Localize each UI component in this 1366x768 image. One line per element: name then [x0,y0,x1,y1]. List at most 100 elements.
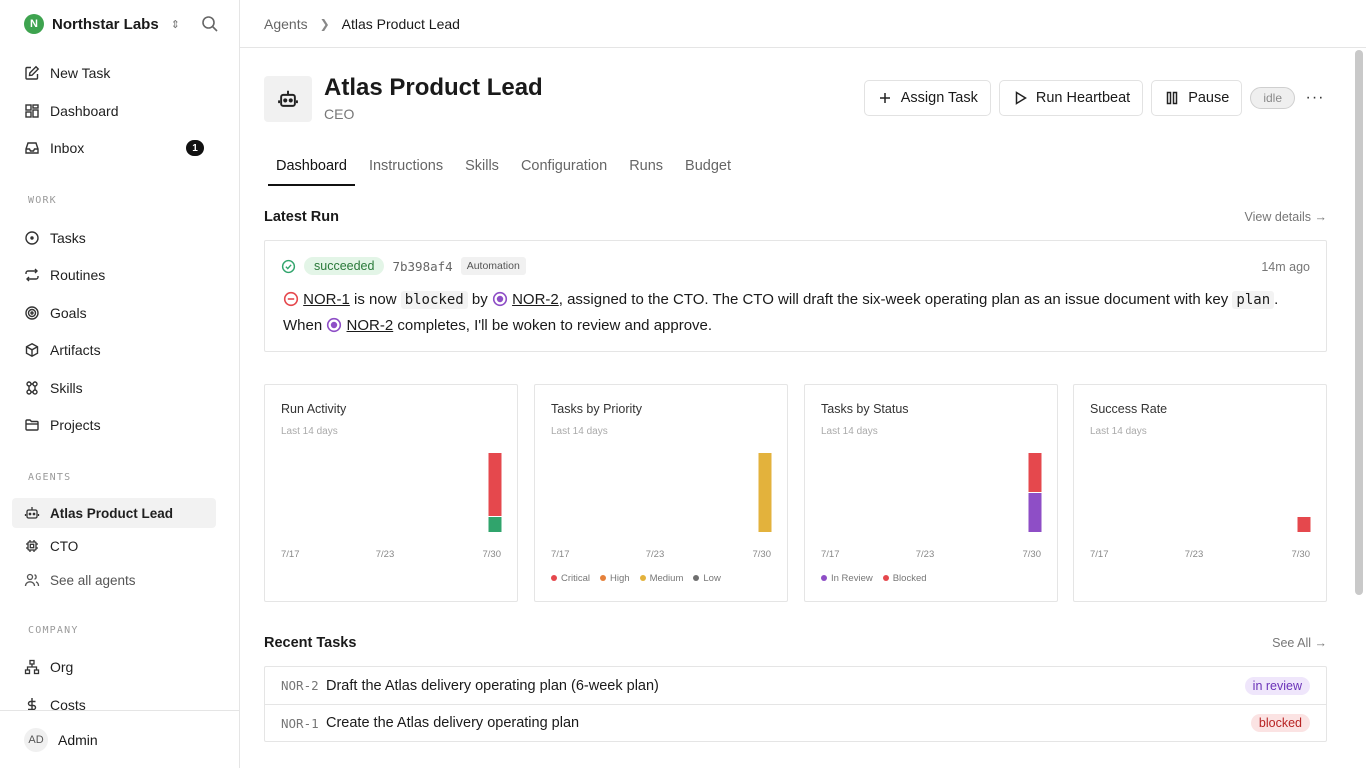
summary-text: by [467,291,492,308]
button-label: Pause [1188,90,1230,106]
section-label-agents: AGENTS [28,472,72,483]
view-details-link[interactable]: View details → [1245,210,1327,224]
breadcrumb: Agents ❯ Atlas Product Lead [240,0,1366,48]
latest-run-header: Latest Run View details → [264,209,1327,225]
chevron-right-icon: ❯ [319,16,330,31]
circle-dot-icon [25,231,39,245]
section-title: Latest Run [264,209,339,225]
issue-link[interactable]: NOR-2 [347,317,394,334]
plus-icon [879,93,890,103]
tab-skills[interactable]: Skills [457,152,507,186]
nav-projects[interactable]: Projects [12,410,216,440]
button-label: Assign Task [900,90,978,106]
legend-item: In Review [821,573,873,584]
nav-label: Inbox [50,140,85,156]
status-badge: in review [1244,676,1310,695]
tab-runs[interactable]: Runs [621,152,671,186]
x-tick-label: 7/30 [1023,549,1042,560]
target-icon [25,306,39,320]
task-id: NOR-1 [281,715,319,731]
button-label: Run Heartbeat [1035,90,1131,106]
folder-icon [25,419,39,431]
section-label-company: COMPANY [28,625,79,636]
run-hash: 7b398af4 [392,258,453,274]
blocked-icon [283,291,299,307]
nav-inbox[interactable]: Inbox 1 [12,133,216,163]
table-row[interactable]: NOR-1 Create the Atlas delivery operatin… [265,704,1326,741]
tab-configuration[interactable]: Configuration [513,152,615,186]
agent-actions: Assign Task Run Heartbeat Pause idle ··· [863,80,1327,116]
play-icon [1015,91,1027,105]
users-icon [24,573,40,587]
inline-code: plan [1232,291,1275,309]
page-title: Atlas Product Lead [324,74,543,101]
section-label-work: WORK [28,195,57,206]
tab-instructions[interactable]: Instructions [361,152,451,186]
org-name: Northstar Labs [52,15,159,33]
run-status-badge: succeeded [304,257,385,275]
nav-goals[interactable]: Goals [12,298,216,328]
nav-label: Artifacts [50,342,101,358]
avatar: AD [24,727,48,752]
latest-run-card[interactable]: succeeded 7b398af4 Automation 14m ago NO… [264,240,1327,352]
tab-budget[interactable]: Budget [677,152,739,186]
cpu-icon [26,540,38,552]
robot-icon [278,90,298,107]
issue-link[interactable]: NOR-1 [303,291,350,308]
more-options-icon[interactable]: ··· [1303,89,1327,107]
agent-tabs: Dashboard Instructions Skills Configurat… [268,152,745,186]
legend-item: Medium [639,573,683,584]
success-rate-chart: 7/17 7/23 7/30 [1090,517,1311,560]
nav-agent-atlas-product-lead[interactable]: Atlas Product Lead [12,498,216,528]
recent-tasks-list: NOR-2 Draft the Atlas delivery operating… [264,666,1327,742]
assign-task-button[interactable]: Assign Task [863,80,991,116]
chart-bar [488,453,502,516]
org-logo: N [24,14,44,34]
nav-skills[interactable]: Skills [12,373,216,403]
nav-label: See all agents [50,572,136,588]
see-all-link[interactable]: See All → [1272,636,1327,650]
x-tick-label: 7/17 [281,549,300,560]
inbox-icon [25,142,39,154]
summary-text: , assigned to the CTO. The CTO will draf… [558,291,1233,308]
nav-artifacts[interactable]: Artifacts [12,335,216,365]
agent-role: CEO [324,106,355,122]
nav-new-task[interactable]: New Task [12,58,216,88]
in-review-icon [492,291,508,307]
run-activity-card: Run Activity Last 14 days 7/17 7/23 7/30 [264,384,518,602]
nav-dashboard[interactable]: Dashboard [12,96,216,126]
nav-tasks[interactable]: Tasks [12,223,216,253]
issue-link[interactable]: NOR-2 [512,291,559,308]
nav-org[interactable]: Org [12,652,216,682]
chart-bar [488,517,502,532]
x-tick-label: 7/17 [1090,549,1109,560]
nav-routines[interactable]: Routines [12,260,216,290]
pencil-square-icon [25,65,40,80]
user-menu[interactable]: AD Admin [0,710,239,768]
tasks-by-status-card: Tasks by Status Last 14 days 7/17 7/23 7/3… [804,384,1058,602]
nav-see-all-agents[interactable]: See all agents [12,565,216,595]
nav-label: Skills [50,380,83,396]
tasks-by-status-chart: 7/17 7/23 7/30 [821,453,1042,560]
in-review-icon [327,317,342,333]
run-heartbeat-button[interactable]: Run Heartbeat [998,80,1144,116]
task-id: NOR-2 [281,678,319,693]
table-row[interactable]: NOR-2 Draft the Atlas delivery operating… [265,667,1326,704]
chart-bar [758,453,772,532]
search-icon[interactable] [201,15,219,33]
nav-agent-cto[interactable]: CTO [12,531,216,561]
nav-label: New Task [50,65,111,81]
status-badge: blocked [1250,714,1310,732]
page-scrollbar[interactable] [1355,50,1363,595]
pause-button[interactable]: Pause [1151,80,1243,116]
tab-dashboard[interactable]: Dashboard [268,152,355,186]
breadcrumb-agents-link[interactable]: Agents [264,16,308,32]
sidebar: N Northstar Labs ⇕ New Task Dashboard In… [0,0,240,768]
x-tick-label: 7/17 [821,549,840,560]
org-switcher[interactable]: N Northstar Labs ⇕ [24,14,180,34]
run-tag: Automation [460,257,526,275]
network-icon [26,381,38,395]
x-tick-label: 7/23 [646,549,665,560]
nav-label: Tasks [50,230,86,246]
nav-label: Dashboard [50,103,119,119]
